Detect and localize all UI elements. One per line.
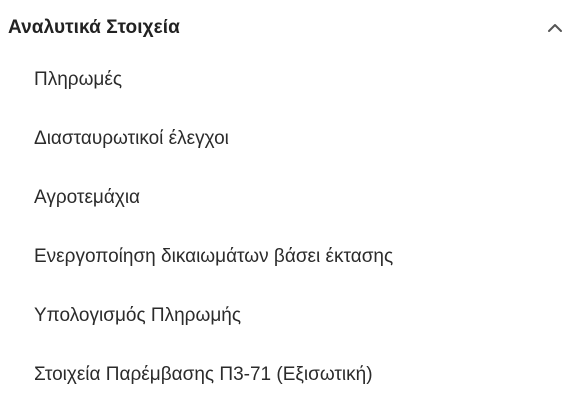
menu-item-payments[interactable]: Πληρωμές bbox=[0, 58, 567, 102]
details-menu: Αναλυτικά Στοιχεία Πληρωμές Διασταυρωτικ… bbox=[0, 0, 567, 385]
menu-item-label: Αγροτεμάχια bbox=[34, 187, 141, 208]
menu-item-label: Πληρωμές bbox=[34, 69, 123, 90]
menu-item-cross-checks[interactable]: Διασταυρωτικοί έλεγχοι bbox=[0, 117, 567, 161]
menu-item-entitlements-activation[interactable]: Ενεργοποίηση δικαιωμάτων βάσει έκτασης bbox=[0, 235, 567, 279]
menu-item-label: Διασταυρωτικοί έλεγχοι bbox=[34, 128, 229, 149]
menu-item-label: Στοιχεία Παρέμβασης Π3-71 (Εξισωτική) bbox=[34, 364, 373, 385]
chevron-up-icon[interactable] bbox=[545, 20, 565, 36]
menu-item-intervention-p3-71[interactable]: Στοιχεία Παρέμβασης Π3-71 (Εξισωτική) bbox=[0, 353, 567, 397]
menu-item-payment-calculation[interactable]: Υπολογισμός Πληρωμής bbox=[0, 294, 567, 338]
details-section-header[interactable]: Αναλυτικά Στοιχεία bbox=[0, 0, 567, 58]
section-title: Αναλυτικά Στοιχεία bbox=[8, 17, 180, 38]
menu-item-label: Υπολογισμός Πληρωμής bbox=[34, 305, 241, 326]
menu-item-label: Ενεργοποίηση δικαιωμάτων βάσει έκτασης bbox=[34, 246, 394, 267]
menu-item-parcels[interactable]: Αγροτεμάχια bbox=[0, 176, 567, 220]
